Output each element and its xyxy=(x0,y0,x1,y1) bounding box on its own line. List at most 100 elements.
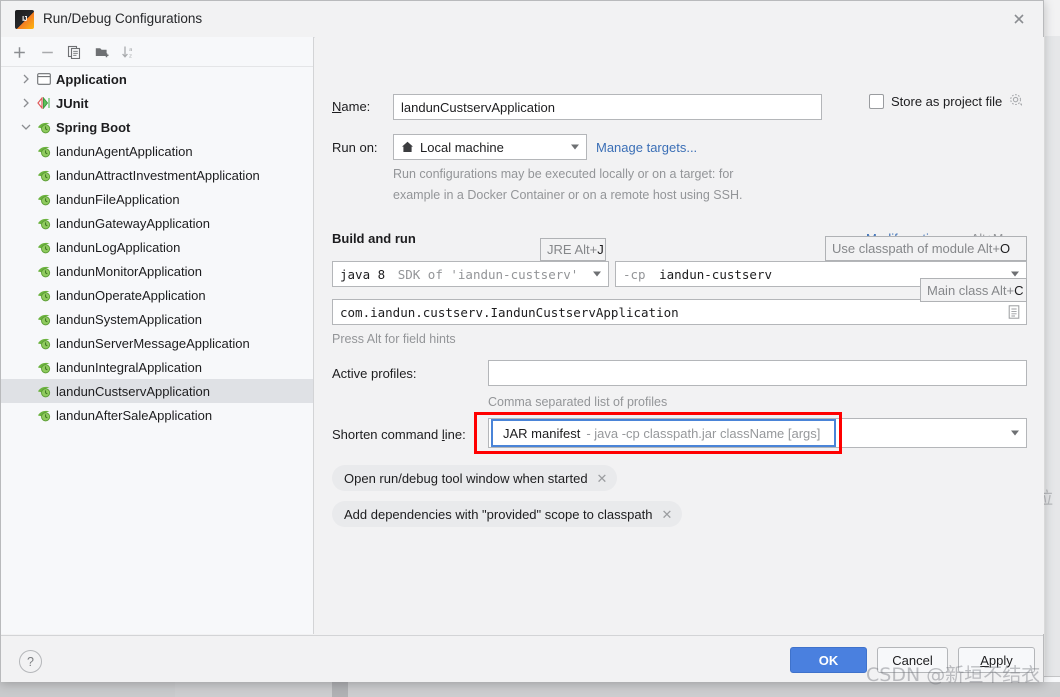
configuration-item-label: landunGatewayApplication xyxy=(56,215,210,231)
tree-group-junit[interactable]: JUnit xyxy=(1,91,313,115)
run-on-combobox[interactable]: Local machine xyxy=(393,134,587,160)
svg-text:z: z xyxy=(129,53,132,59)
tree-group-label: JUnit xyxy=(56,95,89,111)
manage-targets-link[interactable]: Manage targets... xyxy=(596,140,697,155)
intellij-logo-icon: IJ xyxy=(15,10,34,29)
run-debug-configurations-dialog: IJ Run/Debug Configurations a z Applicat… xyxy=(0,0,1044,682)
chevron-down-icon[interactable] xyxy=(1011,271,1019,277)
main-class-input[interactable]: com.iandun.custserv.IandunCustservApplic… xyxy=(332,299,1027,325)
spring-boot-icon xyxy=(35,359,53,375)
copy-configuration-button[interactable] xyxy=(63,41,85,63)
spring-boot-icon xyxy=(35,191,53,207)
run-on-description-line-1: Run configurations may be executed local… xyxy=(393,167,734,181)
run-on-label: Run on: xyxy=(332,140,378,155)
ide-background-right-column xyxy=(1045,36,1060,682)
active-profiles-input[interactable] xyxy=(488,360,1027,386)
apply-button[interactable]: Apply xyxy=(958,647,1035,673)
active-profiles-label: Active profiles: xyxy=(332,366,417,381)
chevron-down-icon[interactable] xyxy=(593,271,601,277)
configuration-item[interactable]: landunFileApplication xyxy=(1,187,313,211)
configuration-item-label: landunIntegralApplication xyxy=(56,359,202,375)
close-icon[interactable] xyxy=(1009,9,1029,29)
spring-boot-icon xyxy=(35,383,53,399)
spring-boot-icon xyxy=(35,287,53,303)
gear-icon[interactable] xyxy=(1009,93,1023,110)
configuration-item[interactable]: landunIntegralApplication xyxy=(1,355,313,379)
spring-boot-icon xyxy=(35,215,53,231)
shorten-label-part1: Shorten command xyxy=(332,427,442,442)
shorten-command-line-selected-value[interactable]: JAR manifest - java -cp classpath.jar cl… xyxy=(491,419,836,447)
remove-configuration-button[interactable] xyxy=(36,41,58,63)
active-profiles-hint: Comma separated list of profiles xyxy=(488,395,668,409)
configuration-item[interactable]: landunMonitorApplication xyxy=(1,259,313,283)
chevron-right-icon[interactable] xyxy=(17,74,35,84)
configuration-form: Name: landunCustservApplication Store as… xyxy=(315,37,1044,634)
configuration-item-label: landunFileApplication xyxy=(56,191,180,207)
jre-combobox[interactable]: java 8 SDK of 'iandun-custserv' xyxy=(332,261,609,287)
configuration-item-label: landunAfterSaleApplication xyxy=(56,407,213,423)
name-label-rest: ame: xyxy=(341,99,371,114)
close-icon[interactable]: ✕ xyxy=(597,472,608,485)
store-as-project-file-checkbox[interactable]: Store as project file xyxy=(869,93,1023,110)
spring-boot-icon xyxy=(35,311,53,327)
chevron-down-icon[interactable] xyxy=(1011,430,1019,436)
chip-label: Add dependencies with "provided" scope t… xyxy=(344,506,653,522)
configuration-item-label: landunAttractInvestmentApplication xyxy=(56,167,260,183)
spring-boot-icon xyxy=(35,143,53,159)
ide-scroll-nub[interactable] xyxy=(332,682,348,697)
chip-add-provided-dependencies: Add dependencies with "provided" scope t… xyxy=(332,501,683,527)
close-icon[interactable]: ✕ xyxy=(661,508,672,521)
shorten-value-strong: JAR manifest xyxy=(503,425,581,441)
configuration-item[interactable]: landunAgentApplication xyxy=(1,139,313,163)
configuration-item[interactable]: landunAttractInvestmentApplication xyxy=(1,163,313,187)
dialog-titlebar: IJ Run/Debug Configurations xyxy=(1,1,1043,38)
configuration-item[interactable]: landunAfterSaleApplication xyxy=(1,403,313,427)
spring-boot-icon xyxy=(35,119,53,135)
spring-boot-icon xyxy=(35,335,53,351)
configuration-item[interactable]: landunCustservApplication xyxy=(1,379,313,403)
configuration-item[interactable]: landunSystemApplication xyxy=(1,307,313,331)
chevron-down-icon[interactable] xyxy=(571,144,579,150)
shorten-label-part2: ine: xyxy=(444,427,466,442)
application-icon xyxy=(35,71,53,87)
name-label: Name: xyxy=(332,99,370,114)
main-class-shortcut-tooltip: Main class Alt+ C xyxy=(920,278,1027,302)
jre-value: java 8 SDK of 'iandun-custserv' xyxy=(340,266,579,282)
name-label-mnemonic: N xyxy=(332,99,342,114)
name-input[interactable]: landunCustservApplication xyxy=(393,94,822,120)
configuration-item[interactable]: landunOperateApplication xyxy=(1,283,313,307)
spring-boot-icon xyxy=(35,239,53,255)
run-on-description-line-2: example in a Docker Container or on a re… xyxy=(393,188,743,202)
configuration-item-label: landunServerMessageApplication xyxy=(56,335,250,351)
classpath-value: -cp iandun-custserv xyxy=(623,266,772,282)
chevron-right-icon[interactable] xyxy=(17,98,35,108)
screen-root: 垃 Select service to view details IJ Run/… xyxy=(0,0,1060,697)
configuration-item[interactable]: landunServerMessageApplication xyxy=(1,331,313,355)
configuration-item[interactable]: landunGatewayApplication xyxy=(1,211,313,235)
svg-text:a: a xyxy=(129,47,132,53)
run-on-value: Local machine xyxy=(420,139,504,155)
configuration-item[interactable]: landunLogApplication xyxy=(1,235,313,259)
sidebar-toolbar: a z xyxy=(1,37,313,67)
cancel-button[interactable]: Cancel xyxy=(877,647,948,673)
checkbox-box[interactable] xyxy=(869,94,884,109)
sort-alphabetically-icon[interactable]: a z xyxy=(118,41,140,63)
spring-boot-icon xyxy=(35,263,53,279)
add-configuration-button[interactable] xyxy=(8,41,30,63)
chevron-down-icon[interactable] xyxy=(17,123,35,131)
configuration-item-label: landunAgentApplication xyxy=(56,143,193,159)
expand-editor-icon[interactable] xyxy=(1008,305,1020,322)
tree-group-spring-boot[interactable]: Spring Boot xyxy=(1,115,313,139)
shorten-value-dim: - java -cp classpath.jar className [args… xyxy=(586,425,821,441)
tree-group-application[interactable]: Application xyxy=(1,67,313,91)
store-as-project-file-label: Store as project file xyxy=(891,94,1003,109)
main-class-value: com.iandun.custserv.IandunCustservApplic… xyxy=(340,304,679,320)
home-icon xyxy=(401,141,414,153)
chip-label: Open run/debug tool window when started xyxy=(344,470,588,486)
help-button[interactable]: ? xyxy=(19,650,42,673)
folder-add-icon[interactable] xyxy=(91,41,113,63)
tree-group-label: Spring Boot xyxy=(56,119,131,135)
configuration-item-label: landunLogApplication xyxy=(56,239,181,255)
ok-button[interactable]: OK xyxy=(790,647,867,673)
configuration-item-label: landunCustservApplication xyxy=(56,383,210,399)
